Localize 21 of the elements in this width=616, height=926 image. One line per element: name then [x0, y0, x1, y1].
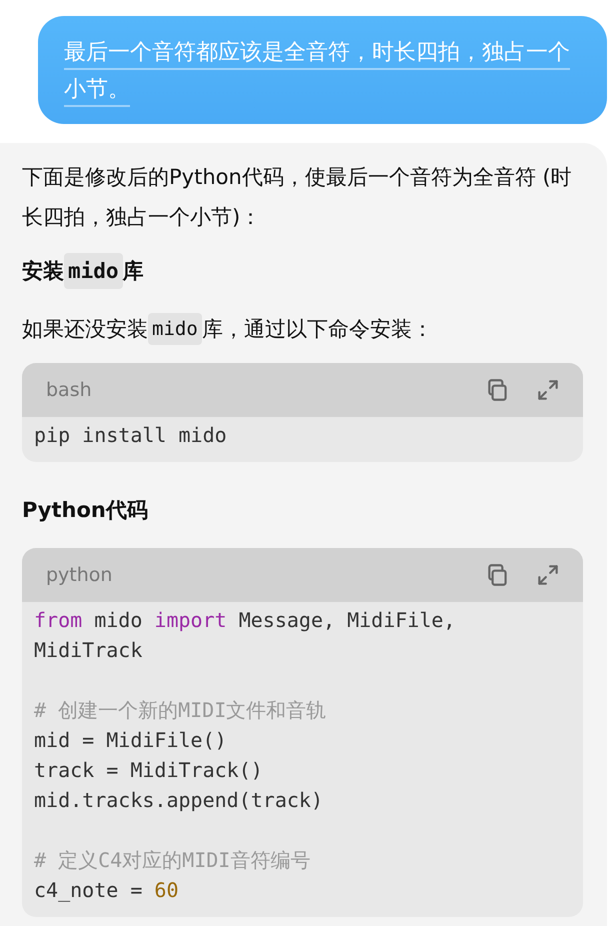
- text: 库，通过以下命令安装：: [202, 316, 433, 343]
- code-line: track = MidiTrack(): [34, 757, 264, 784]
- code-line: from mido import Message, MidiFile, MidiTrack: [34, 607, 456, 664]
- code-line: mid.tracks.append(track): [34, 787, 324, 814]
- code-line: # 创建一个新的MIDI文件和音轨: [34, 697, 328, 724]
- text: 安装: [22, 258, 64, 285]
- code-line: # 定义C4对应的MIDI音符编号: [34, 847, 312, 874]
- language-label: bash: [46, 379, 92, 401]
- code-line: mid = MidiFile(): [34, 727, 228, 754]
- text: 库: [122, 258, 144, 285]
- user-message: 最后一个音符都应该是全音符，时长四拍，独占一个小节。: [38, 16, 607, 124]
- section-heading: Python代码: [22, 497, 149, 524]
- code-line: pip install mido: [34, 422, 228, 449]
- code-line: c4_note = 60: [34, 877, 180, 904]
- expand-icon[interactable]: [535, 562, 561, 588]
- paragraph: 下面是修改后的Python代码，使最后一个音符为全音符 (时长四拍，独占一个小节)：: [22, 164, 573, 231]
- inline-code: mido: [148, 313, 202, 345]
- text: 如果还没安装: [22, 316, 148, 343]
- language-label: python: [46, 564, 112, 586]
- inline-code: mido: [64, 253, 123, 289]
- expand-icon[interactable]: [535, 377, 561, 403]
